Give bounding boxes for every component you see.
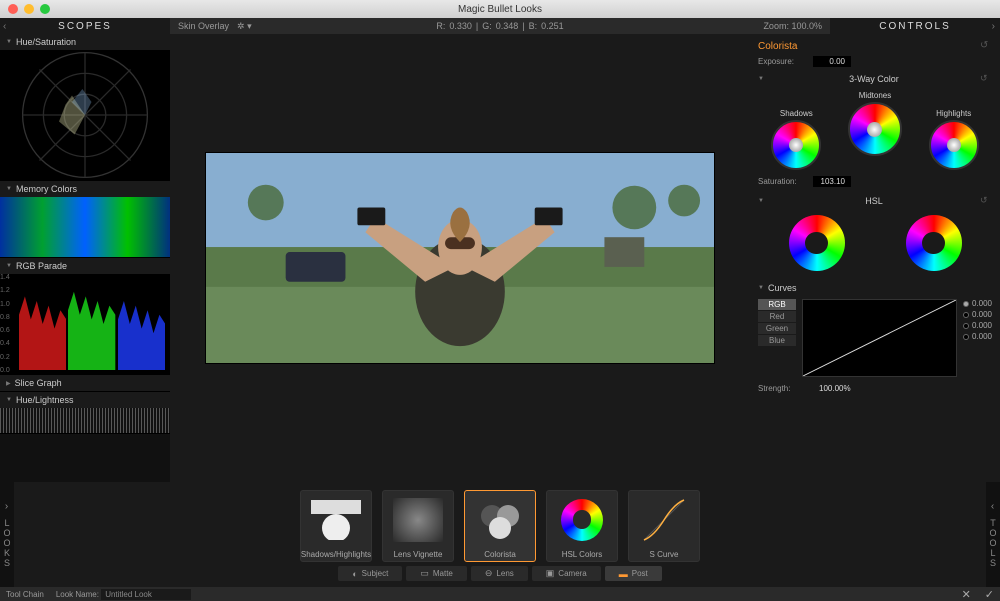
highlights-wheel[interactable]	[929, 120, 979, 170]
toolchain-label[interactable]: Tool Chain	[6, 590, 44, 599]
chevron-left-icon[interactable]: ‹	[3, 21, 8, 32]
scope-memory-header[interactable]: Memory Colors	[0, 181, 170, 197]
zoom-readout: Zoom: 100.0%	[763, 21, 822, 31]
saturation-label: Saturation:	[758, 177, 813, 186]
tool-title: Colorista	[758, 41, 797, 52]
close-icon[interactable]	[8, 4, 18, 14]
curve-chan-red[interactable]: Red	[758, 311, 796, 322]
exposure-value[interactable]: 0.00	[813, 56, 851, 67]
preview-image	[205, 152, 715, 364]
lens-icon: ⊖	[485, 568, 493, 579]
cancel-button[interactable]: ✕	[962, 588, 971, 601]
stage-post[interactable]: ▬Post	[605, 566, 662, 581]
saturation-value[interactable]: 103.10	[813, 176, 851, 187]
scope-parade-header[interactable]: RGB Parade	[0, 258, 170, 274]
hsl-hue-wheel[interactable]	[789, 215, 845, 271]
threeway-header[interactable]: 3-Way Color	[849, 74, 899, 84]
stage-subject[interactable]: ◐Subject	[338, 566, 402, 581]
controls-panel: Colorista ↺ Exposure: 0.00 3-Way Color ↺…	[750, 34, 1000, 482]
stage-matte[interactable]: ▭Matte	[406, 566, 467, 581]
midtones-wheel[interactable]	[848, 102, 902, 156]
skin-overlay-toggle[interactable]: Skin Overlay	[178, 21, 229, 31]
curve-point-icon[interactable]	[963, 312, 969, 318]
memory-colors-scope	[0, 197, 170, 257]
window-controls	[8, 4, 50, 14]
tool-colorista[interactable]: Colorista	[464, 490, 536, 562]
look-name-input[interactable]	[101, 589, 191, 600]
minimize-icon[interactable]	[24, 4, 34, 14]
controls-header: CONTROLS ›	[830, 18, 1000, 34]
scope-slice-header[interactable]: Slice Graph	[0, 375, 170, 391]
curve-point-icon[interactable]	[963, 334, 969, 340]
looks-tab[interactable]: › LOOKS	[0, 482, 14, 587]
vectorscope	[0, 50, 170, 180]
person-icon: ◐	[352, 569, 357, 579]
scopes-label: SCOPES	[58, 21, 112, 32]
shadows-wheel[interactable]	[771, 120, 821, 170]
exposure-label: Exposure:	[758, 57, 813, 66]
curve-chan-rgb[interactable]: RGB	[758, 299, 796, 310]
window-title: Magic Bullet Looks	[458, 4, 542, 15]
hue-lightness-scope	[0, 408, 170, 433]
reset-icon[interactable]: ↺	[980, 195, 992, 207]
matte-icon: ▭	[420, 568, 429, 579]
apply-button[interactable]: ✓	[985, 588, 994, 601]
curve-editor[interactable]	[802, 299, 957, 377]
midtones-label: Midtones	[848, 91, 902, 100]
scopes-panel: Hue/Saturation Memory Colors R	[0, 34, 170, 482]
camera-icon: ▣	[546, 568, 555, 579]
maximize-icon[interactable]	[40, 4, 50, 14]
statusbar: Tool Chain Look Name: ✕ ✓	[0, 587, 1000, 601]
chevron-right-icon[interactable]: ›	[992, 21, 997, 32]
stage-lens[interactable]: ⊖Lens	[471, 566, 528, 581]
curve-chan-green[interactable]: Green	[758, 323, 796, 334]
rgb-readout: R:0.330 | G:0.348 | B:0.251	[436, 21, 563, 31]
strength-value[interactable]: 100.00%	[813, 383, 857, 394]
reset-icon[interactable]: ↺	[980, 40, 992, 52]
scope-hue-sat-header[interactable]: Hue/Saturation	[0, 34, 170, 50]
tool-shadows-highlights[interactable]: Shadows/Highlights	[300, 490, 372, 562]
hsl-sat-wheel[interactable]	[906, 215, 962, 271]
curve-point-icon[interactable]	[963, 301, 969, 307]
post-icon: ▬	[619, 569, 628, 579]
scope-huelight-header[interactable]: Hue/Lightness	[0, 392, 170, 408]
mac-titlebar: Magic Bullet Looks	[0, 0, 1000, 18]
gear-icon[interactable]: ✲ ▾	[237, 21, 252, 32]
rgb-parade-scope: 1.4 1.2 1.0 0.8 0.6 0.4 0.2 0.0	[0, 274, 170, 374]
controls-label: CONTROLS	[879, 21, 951, 32]
tools-tab[interactable]: ‹ TOOLS	[986, 482, 1000, 587]
tool-lens-vignette[interactable]: Lens Vignette	[382, 490, 454, 562]
curve-point-icon[interactable]	[963, 323, 969, 329]
tool-s-curve[interactable]: S Curve	[628, 490, 700, 562]
shadows-label: Shadows	[771, 109, 821, 118]
strength-label: Strength:	[758, 384, 813, 393]
reset-icon[interactable]: ↺	[980, 73, 992, 85]
tool-hsl-colors[interactable]: HSL Colors	[546, 490, 618, 562]
lookname-label: Look Name:	[56, 590, 99, 599]
preview-viewer[interactable]	[170, 34, 750, 482]
curves-header[interactable]: Curves	[768, 283, 797, 293]
tool-chain-area: › LOOKS Shadows/Highlights Lens Vignette…	[0, 482, 1000, 587]
hsl-header[interactable]: HSL	[865, 196, 883, 206]
highlights-label: Highlights	[929, 109, 979, 118]
scopes-header: ‹ SCOPES	[0, 18, 170, 34]
stage-camera[interactable]: ▣Camera	[532, 566, 601, 581]
top-toolbar: ‹ SCOPES Skin Overlay ✲ ▾ R:0.330 | G:0.…	[0, 18, 1000, 34]
curve-chan-blue[interactable]: Blue	[758, 335, 796, 346]
